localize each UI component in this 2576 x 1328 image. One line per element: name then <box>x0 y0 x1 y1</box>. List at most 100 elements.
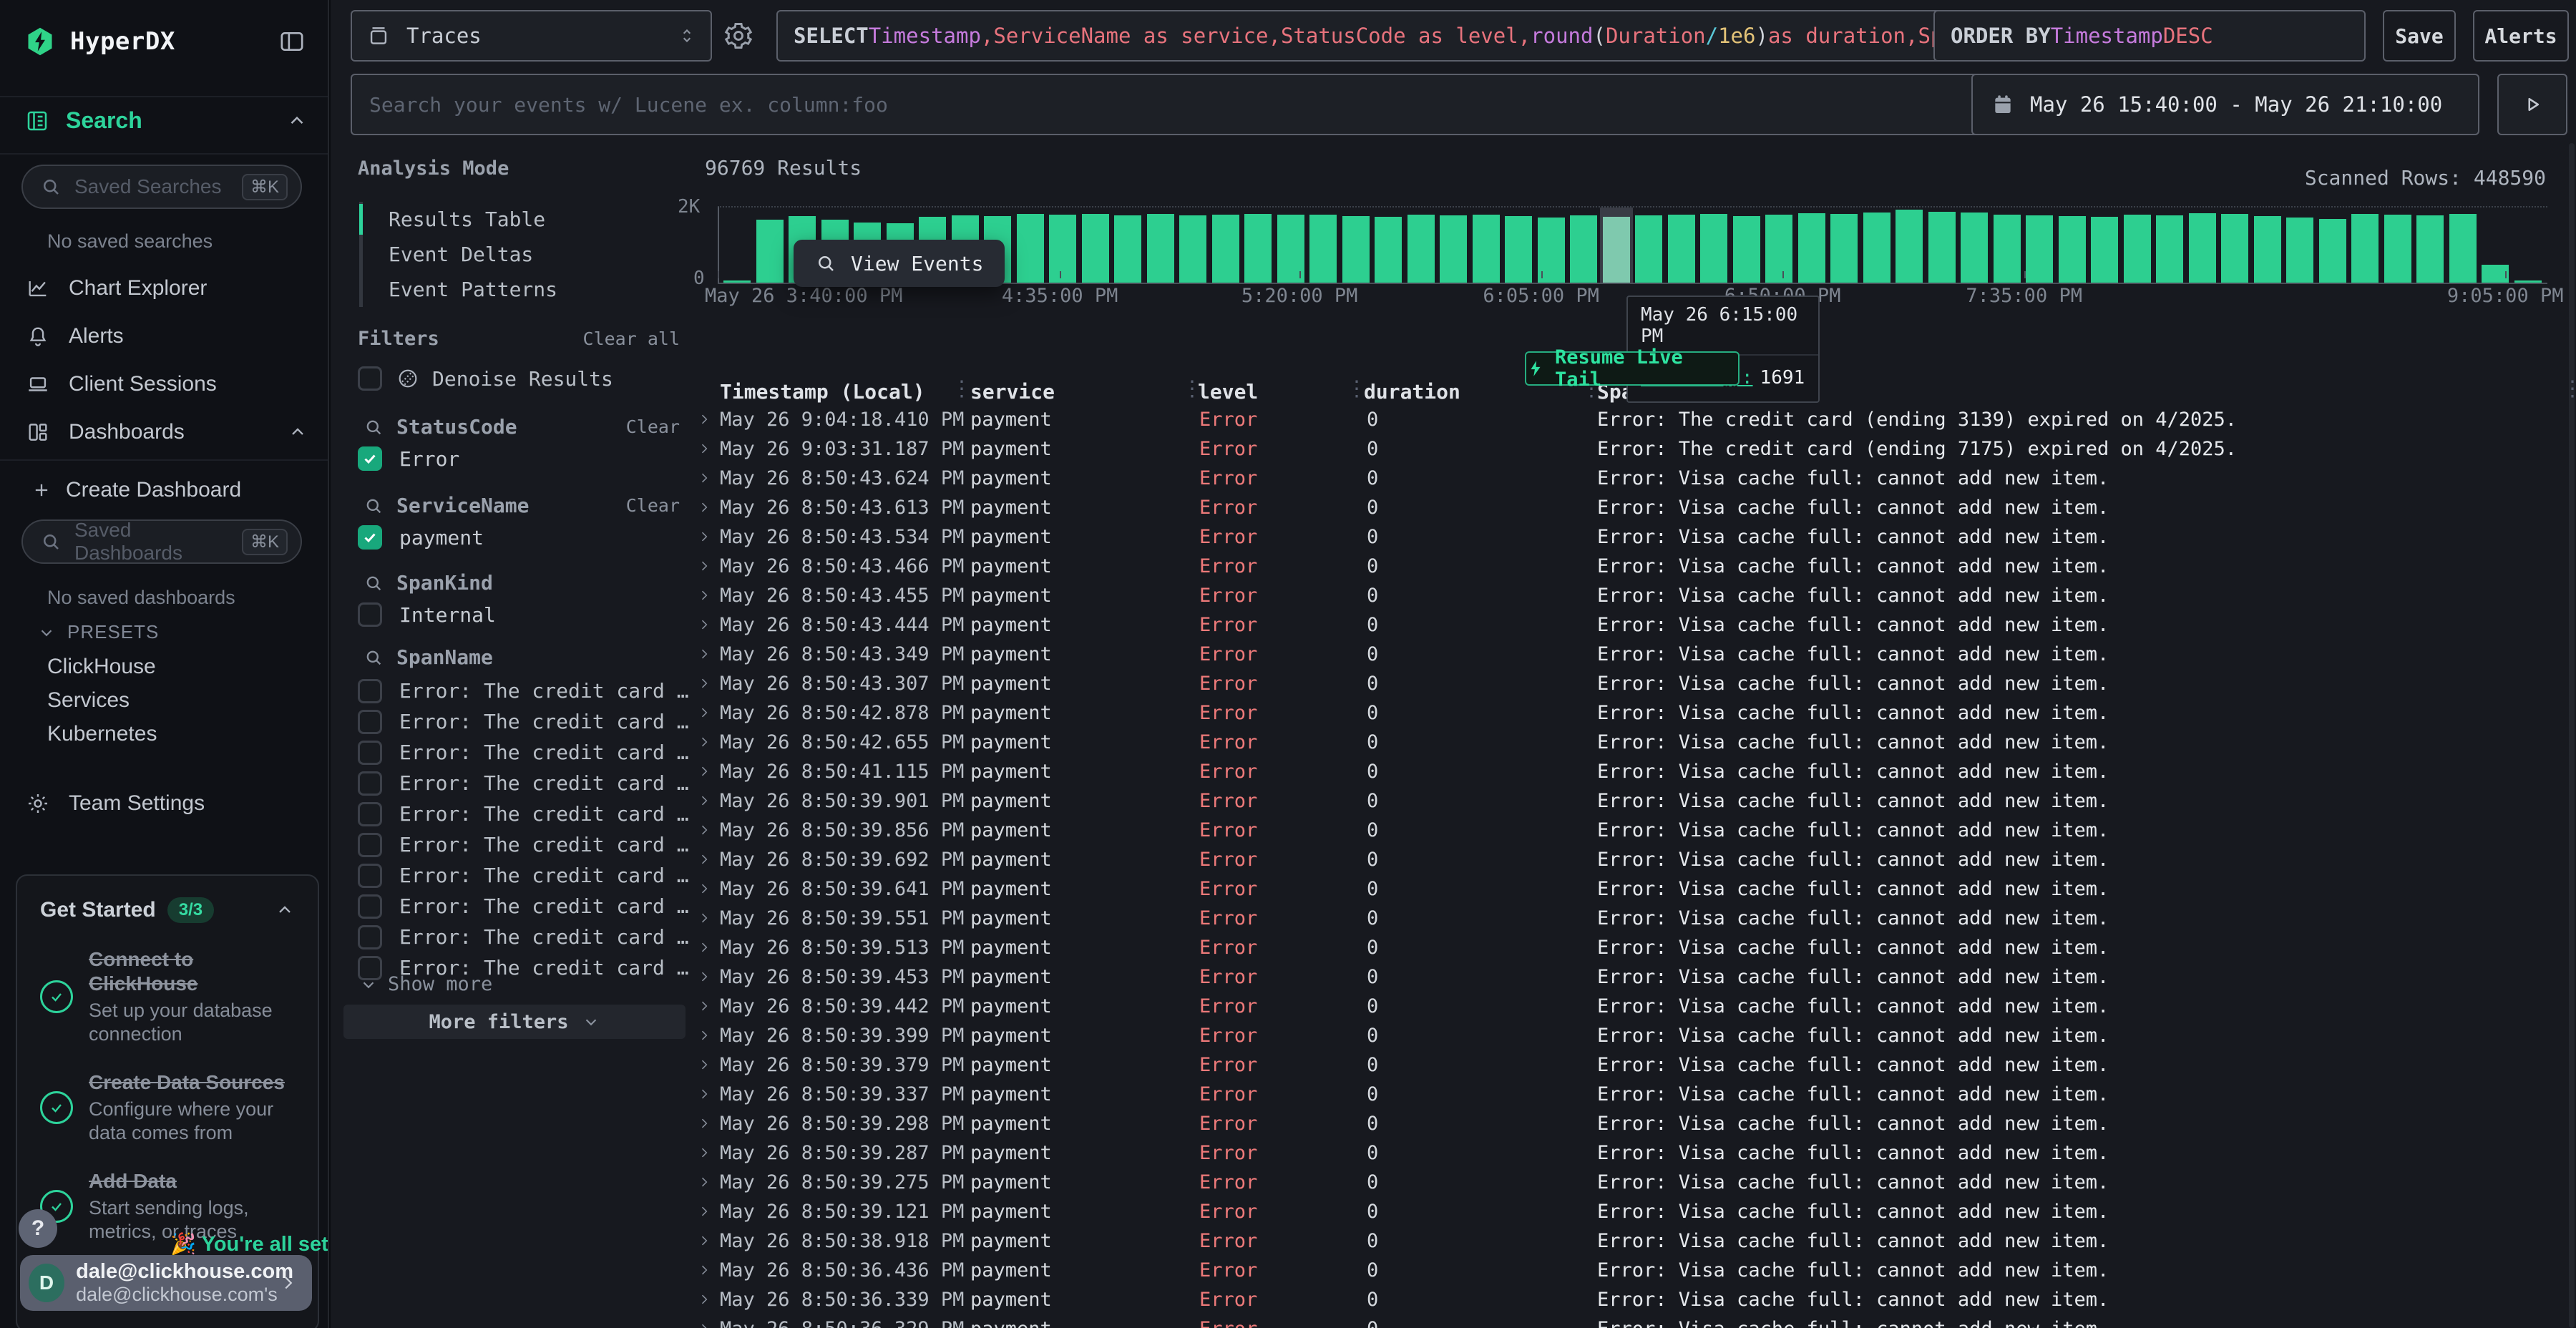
filter-option-internal[interactable]: Internal <box>358 602 680 627</box>
chart-bar[interactable] <box>1017 214 1044 283</box>
column-resize-handle[interactable]: ⋮ <box>2562 376 2576 401</box>
chart-bar[interactable] <box>756 220 784 283</box>
column-resize-handle[interactable]: ⋮ <box>1181 376 1203 401</box>
unchecked-checkbox[interactable] <box>358 894 382 919</box>
user-menu[interactable]: D dale@clickhouse.com dale@clickhouse.co… <box>20 1255 312 1311</box>
source-settings-gear-icon[interactable] <box>723 20 754 52</box>
chart-bar[interactable] <box>1082 214 1109 283</box>
chart-bar[interactable] <box>1700 214 1727 283</box>
chevron-up-icon[interactable] <box>288 422 308 442</box>
row-expand-chevron-icon[interactable] <box>697 970 711 984</box>
filter-group-name[interactable]: StatusCode <box>396 415 517 439</box>
chart-bar[interactable] <box>1928 212 1956 283</box>
row-expand-chevron-icon[interactable] <box>697 1204 711 1219</box>
unchecked-checkbox[interactable] <box>358 771 382 796</box>
clear-servicename-button[interactable]: Clear <box>626 495 680 516</box>
table-row[interactable]: May 26 8:50:39.275 PM payment Error 0 Er… <box>331 1168 2566 1197</box>
row-expand-chevron-icon[interactable] <box>697 1263 711 1277</box>
table-row[interactable]: May 26 8:50:39.298 PM payment Error 0 Er… <box>331 1109 2566 1138</box>
column-resize-handle[interactable]: ⋮ <box>1346 376 1367 401</box>
filter-option-spanname[interactable]: Error: The credit card … <box>358 922 680 952</box>
chart-bar[interactable] <box>2189 213 2216 283</box>
chart-bar[interactable] <box>2124 215 2151 283</box>
chart-bar[interactable] <box>1375 217 1402 283</box>
filter-option-payment[interactable]: payment <box>358 525 680 550</box>
row-expand-chevron-icon[interactable] <box>697 1146 711 1160</box>
denoise-checkbox[interactable] <box>358 366 382 391</box>
filter-option-spanname[interactable]: Error: The credit card … <box>358 768 680 799</box>
row-expand-chevron-icon[interactable] <box>697 441 711 456</box>
unchecked-checkbox[interactable] <box>358 833 382 857</box>
chart-bar[interactable] <box>1668 215 1695 283</box>
chart-bar[interactable] <box>1342 216 1370 283</box>
row-expand-chevron-icon[interactable] <box>697 676 711 690</box>
chart-bar[interactable] <box>1765 215 1792 283</box>
chart-bar[interactable] <box>2091 217 2118 283</box>
row-expand-chevron-icon[interactable] <box>697 940 711 954</box>
tab-results-table[interactable]: Results Table <box>363 202 686 237</box>
chart-bar[interactable] <box>2384 215 2411 283</box>
row-expand-chevron-icon[interactable] <box>697 999 711 1013</box>
chart-bar[interactable] <box>723 280 751 283</box>
show-more-button[interactable]: Show more <box>359 973 492 995</box>
get-started-item[interactable]: Create Data Sources Configure where your… <box>40 1070 295 1145</box>
col-header-service[interactable]: service <box>970 378 1055 406</box>
saved-searches-input[interactable]: Saved Searches ⌘K <box>21 165 302 209</box>
row-expand-chevron-icon[interactable] <box>697 588 711 602</box>
row-expand-chevron-icon[interactable] <box>697 1175 711 1189</box>
sidebar-item-client-sessions[interactable]: Client Sessions <box>26 368 308 401</box>
filter-group-name[interactable]: ServiceName <box>396 494 529 517</box>
chart-bar[interactable] <box>1407 215 1435 283</box>
row-expand-chevron-icon[interactable] <box>697 823 711 837</box>
chart-bar[interactable] <box>1049 215 1076 283</box>
sidebar-preset-item[interactable]: ClickHouse <box>47 650 308 683</box>
table-row[interactable]: May 26 8:50:36.339 PM payment Error 0 Er… <box>331 1285 2566 1314</box>
presets-header[interactable]: PRESETS <box>37 621 159 643</box>
clear-statuscode-button[interactable]: Clear <box>626 416 680 437</box>
row-expand-chevron-icon[interactable] <box>697 559 711 573</box>
row-expand-chevron-icon[interactable] <box>697 911 711 925</box>
denoise-results-row[interactable]: Denoise Results <box>358 366 680 391</box>
chart-bar[interactable] <box>1733 216 1760 283</box>
row-expand-chevron-icon[interactable] <box>697 500 711 514</box>
col-header-duration[interactable]: duration <box>1364 378 1460 406</box>
row-expand-chevron-icon[interactable] <box>697 1058 711 1072</box>
row-expand-chevron-icon[interactable] <box>697 735 711 749</box>
row-expand-chevron-icon[interactable] <box>697 412 711 426</box>
table-row[interactable]: May 26 8:50:36.436 PM payment Error 0 Er… <box>331 1256 2566 1285</box>
row-expand-chevron-icon[interactable] <box>697 706 711 720</box>
filter-option-error[interactable]: Error <box>358 446 680 471</box>
sidebar-collapse-icon[interactable] <box>278 27 306 56</box>
create-dashboard-button[interactable]: Create Dashboard <box>31 474 308 507</box>
sidebar-item-dashboards[interactable]: Dashboards <box>26 416 308 449</box>
chart-bar[interactable] <box>1635 215 1662 283</box>
checked-checkbox[interactable] <box>358 446 382 471</box>
unchecked-checkbox[interactable] <box>358 802 382 826</box>
saved-dashboards-input[interactable]: Saved Dashboards ⌘K <box>21 519 302 564</box>
vertical-scrollbar[interactable] <box>2569 143 2575 1328</box>
chart-bar[interactable] <box>1473 215 1500 283</box>
table-row[interactable]: May 26 8:50:39.287 PM payment Error 0 Er… <box>331 1138 2566 1168</box>
row-expand-chevron-icon[interactable] <box>697 617 711 632</box>
table-row[interactable]: May 26 8:50:39.337 PM payment Error 0 Er… <box>331 1080 2566 1109</box>
row-expand-chevron-icon[interactable] <box>697 882 711 896</box>
clear-all-button[interactable]: Clear all <box>583 328 680 349</box>
filter-option-spanname[interactable]: Error: The credit card … <box>358 706 680 737</box>
sidebar-item-search[interactable]: Search <box>24 107 308 134</box>
order-by-input[interactable]: ORDER BY Timestamp DESC <box>1933 10 2366 62</box>
row-expand-chevron-icon[interactable] <box>697 1087 711 1101</box>
time-range-picker[interactable]: May 26 15:40:00 - May 26 21:10:00 <box>1971 74 2479 135</box>
chart-bar[interactable] <box>1244 214 1272 283</box>
filter-group-name[interactable]: SpanName <box>396 645 493 669</box>
unchecked-checkbox[interactable] <box>358 710 382 734</box>
row-expand-chevron-icon[interactable] <box>697 529 711 544</box>
chart-bar[interactable] <box>1798 213 1825 283</box>
get-started-item[interactable]: Connect to ClickHouse Set up your databa… <box>40 947 295 1046</box>
chart-bar[interactable] <box>1212 215 1239 283</box>
filter-option-spanname[interactable]: Error: The credit card … <box>358 799 680 829</box>
row-expand-chevron-icon[interactable] <box>697 647 711 661</box>
filter-option-spanname[interactable]: Error: The credit card … <box>358 829 680 860</box>
unchecked-checkbox[interactable] <box>358 925 382 949</box>
chart-bar[interactable] <box>2286 218 2313 283</box>
run-query-button[interactable] <box>2497 74 2567 135</box>
